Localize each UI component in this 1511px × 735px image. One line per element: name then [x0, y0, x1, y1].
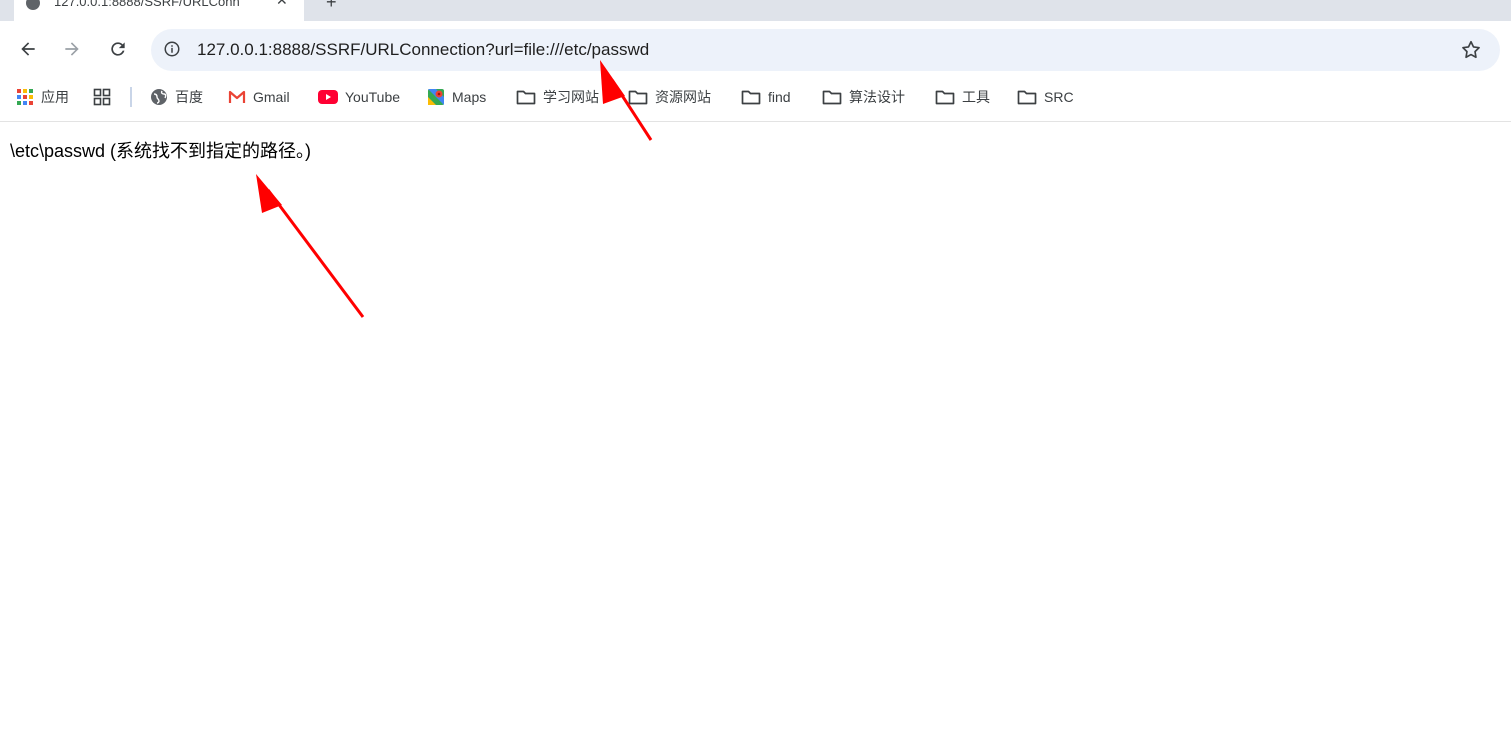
bookmark-folder-resources[interactable]: 资源网站 [628, 87, 711, 107]
error-message: \etc\passwd (系统找不到指定的路径。) [10, 141, 312, 161]
bookmark-folder-study[interactable]: 学习网站 [516, 87, 599, 107]
bookmark-youtube[interactable]: YouTube [318, 87, 400, 107]
bookmark-label: Maps [452, 89, 487, 105]
folder-icon [628, 90, 648, 105]
bookmark-label: 百度 [175, 89, 203, 105]
folder-icon [741, 90, 761, 105]
tab-title: 127.0.0.1:8888/SSRF/URLConn [54, 0, 240, 9]
bookmark-folder-tools[interactable]: 工具 [935, 87, 990, 107]
arrow-left-icon [21, 42, 35, 56]
tab-groups-icon [93, 88, 111, 106]
browser-toolbar: 127.0.0.1:8888/SSRF/URLConnection?url=fi… [0, 21, 1511, 79]
new-tab-button[interactable]: + [326, 0, 337, 13]
reload-button[interactable] [106, 37, 130, 61]
bookmarks-divider [130, 87, 132, 107]
bookmark-gmail[interactable]: Gmail [228, 87, 290, 107]
folder-icon [822, 90, 842, 105]
back-button[interactable] [16, 37, 40, 61]
folder-icon [935, 90, 955, 105]
info-icon[interactable] [163, 40, 181, 58]
bookmark-label: YouTube [345, 89, 401, 105]
bookmark-label: 学习网站 [543, 89, 599, 105]
bookmark-apps[interactable]: 应用 [16, 87, 69, 107]
annotation-arrow-message [256, 174, 365, 318]
folder-icon [1017, 90, 1037, 105]
bookmark-baidu[interactable]: 百度 [150, 87, 203, 107]
bookmark-label: Gmail [253, 89, 290, 105]
bookmark-label: 工具 [962, 89, 990, 105]
globe-icon [151, 89, 167, 105]
active-tab[interactable]: 127.0.0.1:8888/SSRF/URLConn ✕ [14, 0, 304, 21]
maps-icon [428, 89, 444, 105]
tab-strip: 127.0.0.1:8888/SSRF/URLConn ✕ + [0, 0, 1511, 21]
bookmark-folder-find[interactable]: find [741, 87, 791, 107]
reload-icon [111, 42, 125, 56]
forward-button[interactable] [60, 37, 84, 61]
favicon-icon [26, 0, 40, 10]
bookmark-folder-algorithms[interactable]: 算法设计 [822, 87, 905, 107]
bookmark-tab-groups[interactable] [93, 87, 118, 107]
tab-close-icon[interactable]: ✕ [276, 0, 288, 9]
folder-icon [516, 90, 536, 105]
bookmark-label: 应用 [41, 89, 69, 105]
bookmark-label: find [768, 89, 791, 105]
youtube-icon [318, 90, 338, 104]
apps-grid-icon [17, 89, 33, 105]
bookmark-label: SRC [1044, 89, 1074, 105]
bookmark-maps[interactable]: Maps [427, 87, 486, 107]
bookmark-star-icon[interactable] [1460, 39, 1482, 61]
bookmark-folder-src[interactable]: SRC [1017, 87, 1074, 107]
bookmark-label: 资源网站 [655, 89, 711, 105]
bookmark-label: 算法设计 [849, 89, 905, 105]
arrow-right-icon [65, 42, 79, 56]
gmail-icon [228, 90, 246, 103]
bookmarks-bar: 应用 百度 Gmail YouTube Maps 学习网站 资源网站 find … [0, 79, 1511, 122]
address-bar[interactable]: 127.0.0.1:8888/SSRF/URLConnection?url=fi… [151, 29, 1500, 71]
url-text[interactable]: 127.0.0.1:8888/SSRF/URLConnection?url=fi… [197, 40, 649, 60]
